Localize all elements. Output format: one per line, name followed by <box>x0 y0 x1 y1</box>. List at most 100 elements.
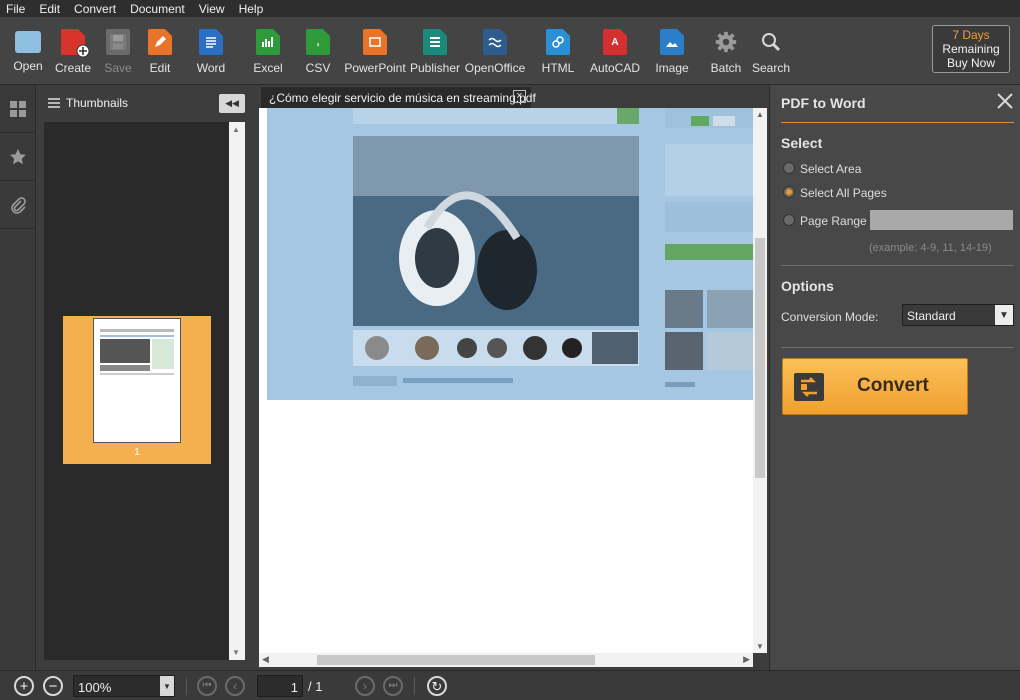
thumbnails-list: 1 <box>44 122 237 660</box>
thumbnail-page-preview <box>93 318 181 443</box>
scroll-up-arrow-icon[interactable]: ▲ <box>756 110 764 119</box>
attachments-panel-button[interactable] <box>0 181 36 229</box>
publisher-button[interactable]: Publisher <box>410 29 460 75</box>
excel-button[interactable]: Excel <box>243 29 293 75</box>
zoom-select[interactable]: 100% ▼ <box>73 675 175 697</box>
select-all-pages-radio[interactable] <box>783 186 795 198</box>
status-bar: + − 100% ▼ ⏮ ‹ 1 / 1 › ⏭ ↻ <box>0 670 1020 700</box>
scroll-up-arrow-icon[interactable]: ▲ <box>232 125 240 134</box>
html-label: HTML <box>541 61 575 75</box>
star-icon <box>10 148 26 164</box>
powerpoint-label: PowerPoint <box>344 61 406 75</box>
document-area: ¿Cómo elegir servicio de música en strea… <box>255 85 769 670</box>
csv-button[interactable]: , CSV <box>293 29 343 75</box>
publisher-label: Publisher <box>409 61 461 75</box>
panel-title: PDF to Word <box>781 95 866 111</box>
image-button[interactable]: Image <box>647 29 697 75</box>
image-label: Image <box>655 61 689 75</box>
scroll-right-arrow-icon[interactable]: ▶ <box>743 654 750 665</box>
collapse-panel-button[interactable]: ◀◀ <box>219 94 245 113</box>
vertical-scroll-thumb[interactable] <box>755 238 765 478</box>
select-all-pages-label[interactable]: Select All Pages <box>800 186 887 200</box>
first-page-icon[interactable]: ⏮ <box>197 676 217 696</box>
menu-view[interactable]: View <box>199 2 225 16</box>
document-vertical-scrollbar[interactable]: ▲ ▼ <box>753 108 767 653</box>
page-thumbnail[interactable]: 1 <box>63 316 211 464</box>
image-icon <box>660 29 684 55</box>
toolbar: Open Create Save Edit Word Excel , CSV P… <box>0 17 1020 85</box>
zoom-chevron-down-icon[interactable]: ▼ <box>160 676 174 696</box>
open-button[interactable]: Open <box>3 29 53 73</box>
html-button[interactable]: HTML <box>533 29 583 75</box>
edit-button[interactable]: Edit <box>135 29 185 75</box>
document-tab[interactable]: ¿Cómo elegir servicio de música en strea… <box>261 87 536 108</box>
conversion-mode-select[interactable]: Standard ▼ <box>902 304 1014 326</box>
convert-divider <box>781 347 1014 348</box>
buy-now-button[interactable]: 7 Days Remaining Buy Now <box>932 25 1010 73</box>
close-panel-icon[interactable] <box>996 92 1014 110</box>
rotate-icon[interactable]: ↻ <box>427 676 447 696</box>
thumbnails-panel-button[interactable] <box>0 85 36 133</box>
convert-button[interactable]: Convert <box>782 358 968 415</box>
status-separator <box>186 677 187 695</box>
thumbnails-panel: Thumbnails ◀◀ 1 ▲ ▼ <box>36 85 255 670</box>
next-page-icon[interactable]: › <box>355 676 375 696</box>
chevron-down-icon[interactable]: ▼ <box>995 305 1013 325</box>
select-area-label[interactable]: Select Area <box>800 162 861 176</box>
autocad-label: AutoCAD <box>589 61 641 75</box>
batch-button[interactable]: Batch <box>701 29 751 75</box>
excel-label: Excel <box>253 61 283 75</box>
create-pdf-icon <box>61 29 90 58</box>
save-label: Save <box>104 61 132 75</box>
powerpoint-button[interactable]: PowerPoint <box>344 29 406 75</box>
bookmarks-panel-button[interactable] <box>0 133 36 181</box>
scroll-down-arrow-icon[interactable]: ▼ <box>756 642 764 651</box>
close-tab-icon[interactable]: × <box>513 90 526 103</box>
grid-icon <box>10 100 26 117</box>
autocad-icon: A <box>603 29 627 55</box>
last-page-icon[interactable]: ⏭ <box>383 676 403 696</box>
batch-label: Batch <box>710 61 742 75</box>
menu-help[interactable]: Help <box>239 2 264 16</box>
page-range-label[interactable]: Page Range <box>800 214 867 228</box>
openoffice-label: OpenOffice <box>464 61 526 75</box>
gear-icon <box>714 29 738 55</box>
menu-bar: File Edit Convert Document View Help <box>0 0 1020 17</box>
openoffice-icon <box>483 29 507 55</box>
page-range-example: (example: 4-9, 11, 14-19) <box>869 242 992 254</box>
current-page-input[interactable]: 1 <box>257 675 303 697</box>
edit-icon <box>148 29 172 55</box>
document-tab-title: ¿Cómo elegir servicio de música en strea… <box>269 90 536 105</box>
document-horizontal-scrollbar[interactable]: ◀ ▶ <box>259 653 753 667</box>
horizontal-scroll-thumb[interactable] <box>317 655 595 665</box>
zoom-out-icon[interactable]: − <box>43 676 63 696</box>
menu-convert[interactable]: Convert <box>74 2 116 16</box>
menu-file[interactable]: File <box>6 2 25 16</box>
zoom-in-icon[interactable]: + <box>14 676 34 696</box>
open-label: Open <box>13 59 43 73</box>
page-range-radio[interactable] <box>783 214 795 226</box>
menu-edit[interactable]: Edit <box>39 2 60 16</box>
thumbnails-scrollbar[interactable]: ▲ ▼ <box>229 122 245 660</box>
excel-icon <box>256 29 280 55</box>
options-divider <box>781 265 1014 266</box>
document-page-view[interactable] <box>259 108 753 653</box>
select-area-radio[interactable] <box>783 162 795 174</box>
conversion-panel: PDF to Word Select Select Area Select Al… <box>769 85 1020 670</box>
menu-document[interactable]: Document <box>130 2 185 16</box>
app-window: File Edit Convert Document View Help Ope… <box>0 0 1020 700</box>
zoom-value: 100% <box>78 680 112 695</box>
create-button[interactable]: Create <box>48 29 98 75</box>
scroll-down-arrow-icon[interactable]: ▼ <box>232 648 240 657</box>
previous-page-icon[interactable]: ‹ <box>225 676 245 696</box>
search-label: Search <box>751 61 791 75</box>
word-icon <box>199 29 223 55</box>
word-button[interactable]: Word <box>186 29 236 75</box>
page-range-input[interactable] <box>870 210 1013 230</box>
search-icon <box>759 29 783 55</box>
autocad-button[interactable]: A AutoCAD <box>590 29 640 75</box>
conversion-mode-label: Conversion Mode: <box>781 310 879 324</box>
scroll-left-arrow-icon[interactable]: ◀ <box>262 654 269 665</box>
openoffice-button[interactable]: OpenOffice <box>465 29 525 75</box>
search-button[interactable]: Search <box>746 29 796 75</box>
